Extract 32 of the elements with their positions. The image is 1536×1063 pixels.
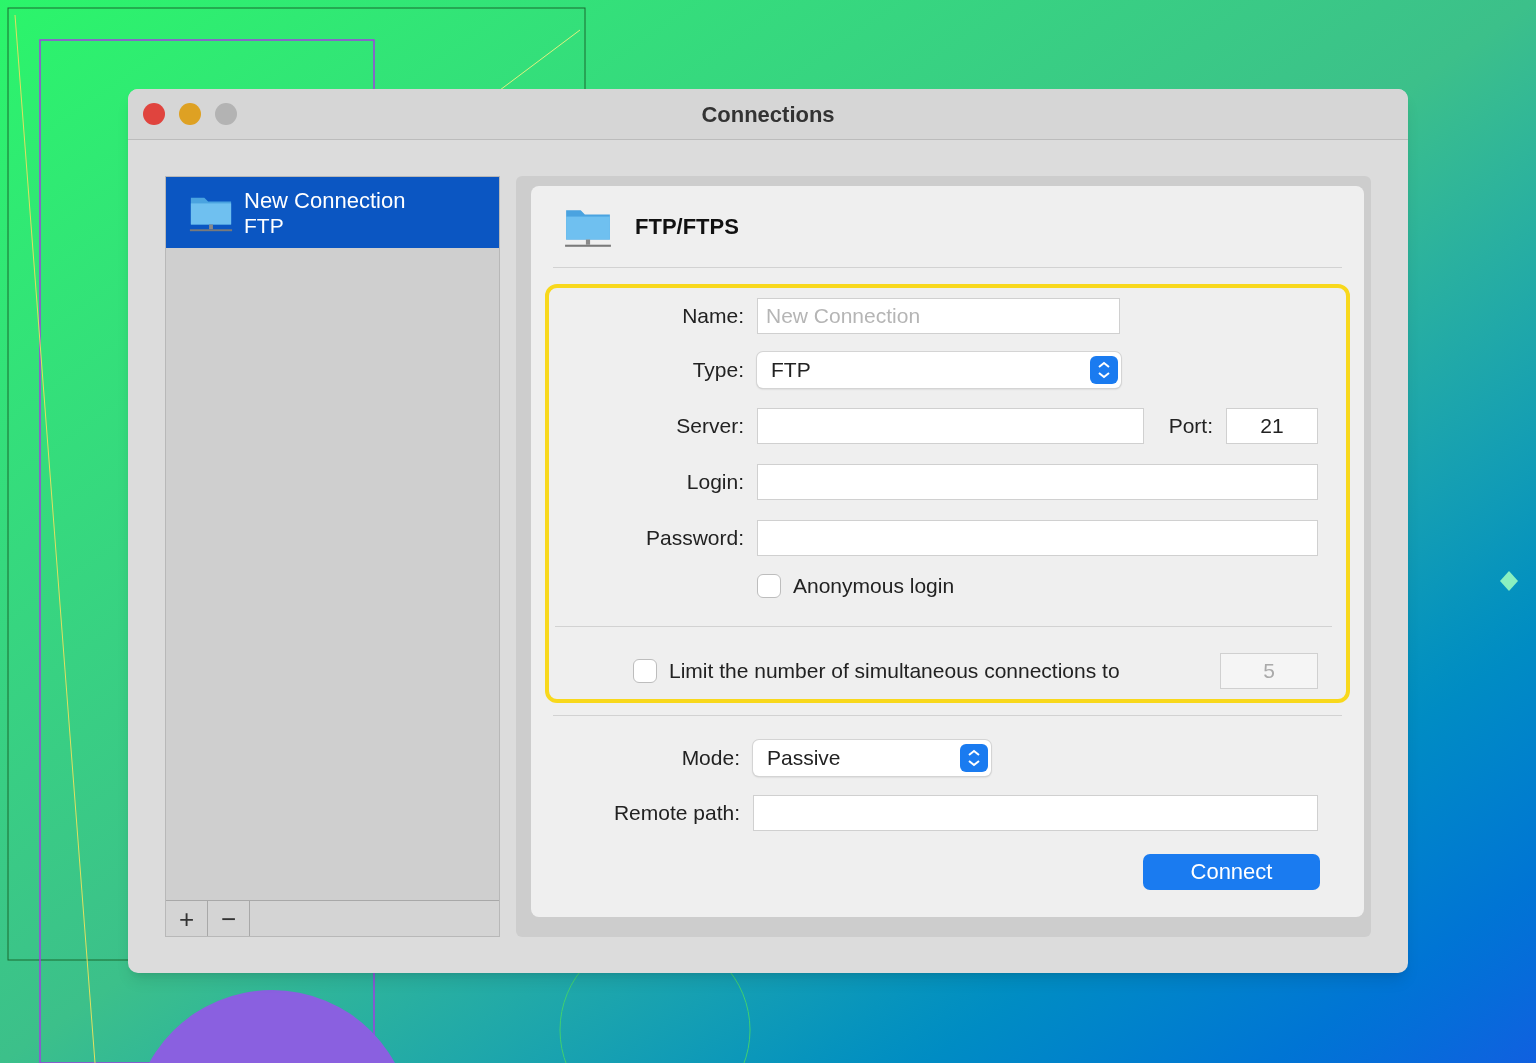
- field-label: Login:: [685, 469, 744, 496]
- input-field[interactable]: 21: [1226, 408, 1318, 444]
- field-label: Mode:: [680, 744, 740, 771]
- sidebar-item[interactable]: New Connection FTP: [166, 177, 499, 248]
- stepper-icon: [1090, 356, 1118, 384]
- minimize-button[interactable]: [179, 103, 201, 125]
- field-label: Name:: [681, 303, 744, 330]
- field-label: Type:: [691, 357, 744, 384]
- field-label: Remote path:: [612, 799, 740, 826]
- input-field[interactable]: New Connection: [757, 298, 1120, 334]
- checkbox[interactable]: [757, 573, 781, 598]
- connection-name: New Connection: [244, 187, 406, 213]
- input-field[interactable]: [753, 794, 1318, 831]
- remove-button[interactable]: −: [208, 901, 250, 936]
- connection-type: FTP: [244, 212, 285, 238]
- connect-button[interactable]: Connect: [1143, 853, 1320, 890]
- zoom-button[interactable]: [215, 103, 237, 125]
- window-title: Connections: [701, 100, 835, 129]
- close-button[interactable]: [143, 103, 165, 125]
- field-label: Password:: [644, 525, 744, 552]
- stepper-icon: [960, 743, 988, 772]
- panel-title: FTP/FTPS: [635, 213, 739, 241]
- select-dropdown[interactable]: Passive: [753, 739, 991, 776]
- input-field[interactable]: [757, 464, 1318, 500]
- field-label: Port:: [1168, 413, 1213, 440]
- field-label: Server:: [675, 413, 744, 440]
- checkbox-label: Limit the number of simultaneous connections to: [669, 657, 1120, 684]
- select-dropdown[interactable]: FTP: [757, 352, 1121, 388]
- input-field[interactable]: [757, 520, 1318, 556]
- checkbox-label: Anonymous login: [793, 573, 955, 599]
- add-button[interactable]: +: [166, 901, 208, 936]
- input-field[interactable]: [757, 408, 1144, 444]
